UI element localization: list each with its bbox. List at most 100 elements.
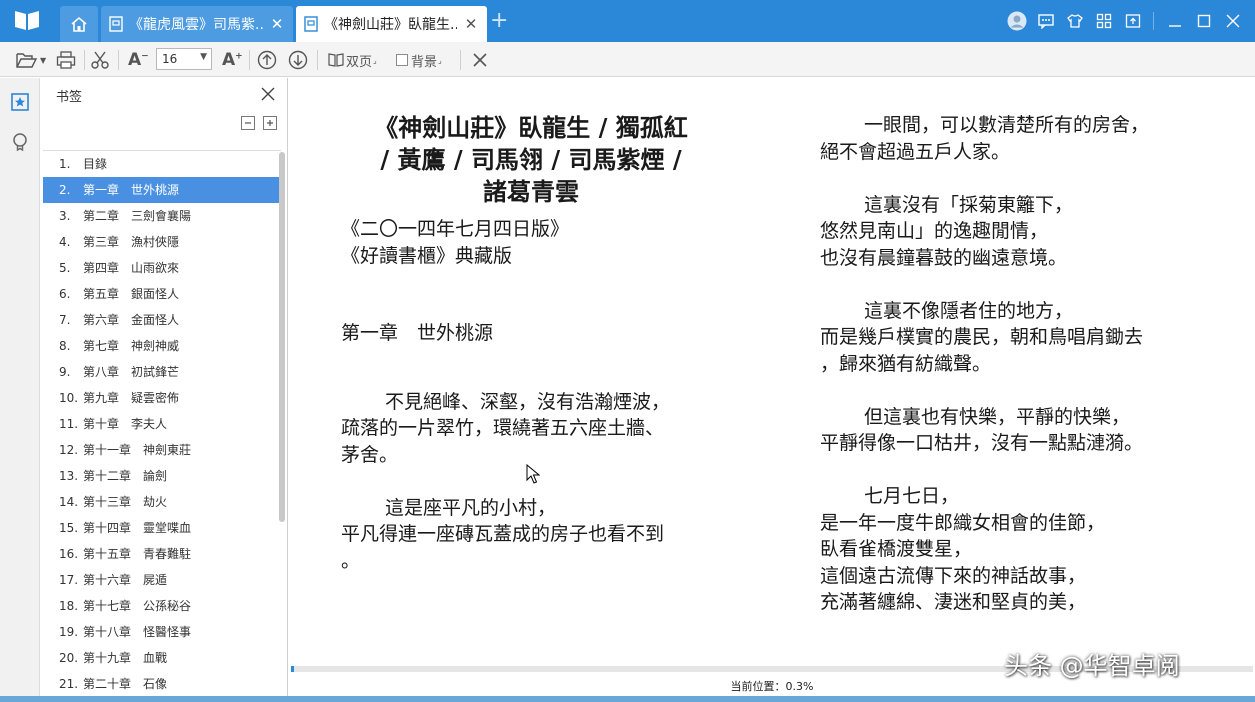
bookmark-label: 第二十章 石像 — [83, 677, 168, 691]
text-line: 七月七日， — [864, 485, 960, 507]
skin-shirt-icon[interactable] — [1060, 6, 1089, 36]
bookmark-number: 12. — [59, 443, 79, 457]
position-label: 当前位置： — [730, 680, 786, 693]
bookmark-item[interactable]: 10. 第九章 疑雲密佈 — [43, 385, 281, 411]
message-icon[interactable] — [1031, 6, 1060, 36]
paragraph: 一眼間，可以數清楚所有的房舍， 絕不會超過五戶人家。 — [820, 112, 1220, 165]
bookmark-item[interactable]: 14. 第十三章 劫火 — [43, 489, 281, 515]
dropdown-arrow-icon: ⌟ — [373, 55, 377, 65]
bookmark-item[interactable]: 5. 第四章 山雨欲來 — [43, 255, 281, 281]
bookmark-number: 9. — [59, 365, 71, 379]
title-bar: 《龍虎風雲》司馬紫... ✕ 《神劍山莊》臥龍生... ✕ + — [0, 0, 1255, 42]
bookmark-item[interactable]: 17. 第十六章 屍遁 — [43, 567, 281, 593]
dropdown-arrow-icon: ⌟ — [438, 55, 442, 65]
bookmark-item[interactable]: 20. 第十九章 血戰 — [43, 645, 281, 671]
bookmark-item[interactable]: 1. 目錄 — [43, 151, 281, 177]
open-folder-button[interactable]: ▼ — [16, 49, 46, 71]
bookmark-label: 第四章 山雨欲來 — [83, 261, 180, 275]
font-size-select[interactable]: 16 ▼ — [156, 48, 212, 70]
background-button[interactable]: 背景 ⌟ — [396, 49, 442, 71]
bookmark-number: 1. — [59, 157, 71, 171]
bookmark-item[interactable]: 19. 第十八章 怪醫怪事 — [43, 619, 281, 645]
bookmark-item[interactable]: 4. 第三章 漁村俠隱 — [43, 229, 281, 255]
decrease-font-button[interactable]: A− — [128, 49, 149, 71]
bookmark-list: 1. 目錄 2. 第一章 世外桃源 3. 第二章 三劍會襄陽 4. 第三章 漁村俠隱 5. 第四章… — [43, 150, 281, 702]
user-avatar-icon[interactable] — [1002, 6, 1031, 36]
print-button[interactable] — [56, 49, 76, 71]
close-tab-icon[interactable]: ✕ — [269, 15, 285, 33]
bookmark-label: 第八章 初試鋒芒 — [83, 365, 180, 379]
book-title-line: 《神劍山莊》臥龍生 / 獨孤紅 — [374, 113, 688, 142]
watermark-text: 头条 @华智卓阅 — [1004, 652, 1180, 680]
tab-label: 《神劍山莊》臥龍生... — [324, 17, 457, 33]
divider — [317, 50, 318, 70]
bookmark-item[interactable]: 2. 第一章 世外桃源 — [43, 177, 281, 203]
bookmark-item[interactable]: 16. 第十五章 青春難駐 — [43, 541, 281, 567]
note-bulb-icon[interactable] — [10, 132, 30, 152]
book-title: 《神劍山莊》臥龍生 / 獨孤紅 / 黃鷹 / 司馬翎 / 司馬紫煙 / 諸葛青雲 — [341, 112, 721, 208]
expand-all-icon[interactable] — [263, 116, 277, 130]
side-icon-strip — [0, 78, 40, 702]
window-pin-icon[interactable] — [1118, 6, 1147, 36]
bookmark-number: 3. — [59, 209, 71, 223]
bookmark-item[interactable]: 12. 第十一章 神劍東莊 — [43, 437, 281, 463]
bookmark-item[interactable]: 9. 第八章 初試鋒芒 — [43, 359, 281, 385]
next-page-button[interactable] — [288, 49, 308, 71]
bookmark-label: 第二章 三劍會襄陽 — [83, 209, 192, 223]
double-page-label: 双页 — [346, 54, 373, 70]
bookmark-number: 15. — [59, 521, 79, 535]
panel-tools — [241, 116, 277, 130]
divider — [249, 50, 250, 70]
bookmark-label: 第六章 金面怪人 — [83, 313, 180, 327]
bookmark-number: 2. — [59, 183, 71, 197]
bookmark-number: 18. — [59, 599, 79, 613]
exit-fullscreen-button[interactable] — [472, 49, 488, 71]
cut-button[interactable] — [90, 49, 110, 71]
panel-scrollbar-thumb[interactable] — [279, 152, 285, 522]
close-window-icon[interactable] — [1218, 6, 1247, 36]
bookmark-label: 第十六章 屍遁 — [83, 573, 168, 587]
text-line: 也沒有晨鐘暮鼓的幽遠意境。 — [820, 246, 1068, 269]
close-panel-icon[interactable] — [261, 86, 275, 105]
text-line: 是一年一度牛郎織女相會的佳節， — [820, 511, 1106, 534]
bookmark-item[interactable]: 8. 第七章 神劍神威 — [43, 333, 281, 359]
bookmark-number: 10. — [59, 391, 79, 405]
paragraph: 不見絕峰、深壑，沒有浩瀚煙波， 疏落的一片翠竹，環繞著五六座土牆、 茅舍。 — [341, 389, 721, 469]
bookmark-number: 17. — [59, 573, 79, 587]
paragraph: 這裏沒有「採菊東籬下， 悠然見南山」的逸趣閒情， 也沒有晨鐘暮鼓的幽遠意境。 — [820, 192, 1220, 272]
bookmark-item[interactable]: 18. 第十七章 公孫秘谷 — [43, 593, 281, 619]
previous-page-button[interactable] — [257, 49, 277, 71]
bookmark-label: 第十章 李夫人 — [83, 417, 168, 431]
divider — [460, 50, 461, 70]
maximize-icon[interactable] — [1189, 6, 1218, 36]
minimize-icon[interactable] — [1160, 6, 1189, 36]
text-line: 疏落的一片翠竹，環繞著五六座土牆、 — [341, 417, 665, 439]
bookmark-item[interactable]: 13. 第十二章 論劍 — [43, 463, 281, 489]
bookmark-item[interactable]: 21. 第二十章 石像 — [43, 671, 281, 697]
bookmark-label: 第十二章 論劍 — [83, 469, 168, 483]
bookmark-star-icon[interactable] — [10, 92, 30, 112]
collapse-all-icon[interactable] — [241, 116, 255, 130]
bookmark-item[interactable]: 15. 第十四章 靈堂喋血 — [43, 515, 281, 541]
bookmark-item[interactable]: 3. 第二章 三劍會襄陽 — [43, 203, 281, 229]
bookmark-label: 第五章 銀面怪人 — [83, 287, 180, 301]
edition-line: 《好讀書櫃》典藏版 — [341, 244, 513, 267]
text-line: 悠然見南山」的逸趣閒情， — [820, 220, 1049, 242]
close-tab-icon[interactable]: ✕ — [463, 15, 479, 33]
font-increase-icon: A+ — [222, 50, 243, 70]
arrow-up-circle-icon — [257, 50, 277, 70]
bookmark-item[interactable]: 7. 第六章 金面怪人 — [43, 307, 281, 333]
tab-book-1[interactable]: 《龍虎風雲》司馬紫... ✕ — [101, 6, 293, 42]
bookmark-item[interactable]: 11. 第十章 李夫人 — [43, 411, 281, 437]
apps-grid-icon[interactable] — [1089, 6, 1118, 36]
bookmark-item[interactable]: 6. 第五章 銀面怪人 — [43, 281, 281, 307]
new-tab-button[interactable]: + — [490, 10, 508, 32]
bookmark-label: 第十七章 公孫秘谷 — [83, 599, 192, 613]
background-checkbox[interactable] — [396, 54, 408, 66]
increase-font-button[interactable]: A+ — [222, 49, 243, 71]
close-x-icon — [473, 53, 487, 67]
home-tab[interactable] — [60, 6, 98, 42]
dropdown-arrow-icon: ▼ — [200, 52, 207, 62]
tab-book-2[interactable]: 《神劍山莊》臥龍生... ✕ — [296, 6, 487, 42]
double-page-button[interactable]: 双页 ⌟ — [328, 49, 377, 71]
